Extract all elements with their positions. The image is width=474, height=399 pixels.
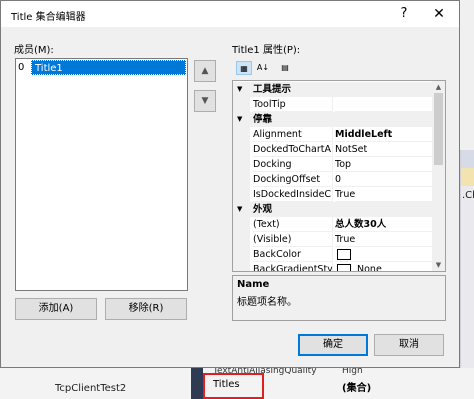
highlight-box — [203, 373, 264, 399]
category-docking[interactable]: ▼ 停靠 — [233, 112, 433, 127]
row-gutter — [233, 247, 250, 262]
property-row[interactable]: ToolTip — [233, 97, 433, 112]
row-gutter — [233, 232, 250, 247]
scroll-down-icon[interactable]: ▼ — [432, 259, 445, 271]
list-item[interactable]: 0 Title1 — [17, 60, 186, 75]
property-value[interactable] — [335, 97, 433, 112]
property-name: Alignment — [253, 127, 333, 142]
background-property-titles-value[interactable]: (集合) — [342, 379, 371, 394]
property-value[interactable]: 0 — [335, 172, 433, 187]
property-value-text: None — [357, 264, 382, 272]
property-value[interactable]: True — [335, 232, 433, 247]
background-splitter — [191, 368, 203, 399]
title-bar[interactable]: Title 集合编辑器 ? ✕ — [1, 1, 459, 27]
description-title: Name — [237, 279, 270, 290]
property-name: BackGradientStyl — [253, 262, 333, 271]
down-arrow-icon: ▼ — [201, 96, 209, 106]
property-row[interactable]: IsDockedInsideC True — [233, 187, 433, 202]
row-gutter — [233, 262, 250, 271]
background-tab-active — [461, 168, 474, 186]
dialog-title: Title 集合编辑器 — [11, 12, 86, 23]
background-text: .Cha — [462, 190, 474, 201]
member-name[interactable]: Title1 — [31, 60, 186, 75]
solution-explorer-project[interactable]: TcpClientTest2 — [55, 383, 126, 394]
property-value[interactable] — [335, 247, 433, 262]
ok-button[interactable]: 确定 — [298, 334, 368, 356]
property-value[interactable]: 总人数30人 — [335, 217, 433, 232]
category-tooltip[interactable]: ▼ 工具提示 — [233, 82, 433, 97]
description-panel: Name 标题项名称。 — [232, 275, 446, 321]
row-gutter — [233, 142, 250, 157]
property-name: (Visible) — [253, 232, 333, 247]
row-gutter — [233, 97, 250, 112]
property-row[interactable]: BackGradientStyl None — [233, 262, 433, 272]
property-name: DockedToChartA — [253, 142, 333, 157]
row-gutter — [233, 127, 250, 142]
category-appearance[interactable]: ▼ 外观 — [233, 202, 433, 217]
background-tab — [461, 150, 474, 168]
property-pages-icon[interactable]: ▤ — [277, 61, 293, 75]
member-index: 0 — [18, 62, 25, 73]
category-name: 外观 — [253, 204, 273, 215]
property-row[interactable]: (Visible) True — [233, 232, 433, 247]
row-gutter — [233, 172, 250, 187]
categorized-icon[interactable]: ▦ — [236, 61, 252, 75]
members-list[interactable]: 0 Title1 — [15, 58, 188, 291]
up-arrow-icon: ▲ — [201, 66, 209, 76]
background-ide-panel: .Cha — [460, 150, 474, 370]
property-value[interactable]: None — [335, 262, 433, 272]
property-row[interactable]: BackColor — [233, 247, 433, 262]
property-name: DockingOffset — [253, 172, 333, 187]
move-down-button[interactable]: ▼ — [194, 90, 216, 112]
property-value[interactable]: NotSet — [335, 142, 433, 157]
remove-button[interactable]: 移除(R) — [105, 298, 187, 320]
scroll-thumb[interactable] — [434, 93, 443, 165]
category-name: 停靠 — [253, 114, 273, 125]
property-row[interactable]: (Text) 总人数30人 — [233, 217, 433, 232]
property-value[interactable]: Top — [335, 157, 433, 172]
collapse-icon[interactable]: ▼ — [237, 112, 247, 127]
members-label: 成员(M): — [14, 45, 54, 56]
cancel-button[interactable]: 取消 — [374, 334, 444, 356]
help-button[interactable]: ? — [387, 3, 421, 25]
alphabetical-icon[interactable]: A↓ — [255, 61, 271, 75]
collapse-icon[interactable]: ▼ — [237, 202, 247, 217]
category-name: 工具提示 — [253, 84, 292, 95]
row-gutter — [233, 187, 250, 202]
property-name: IsDockedInsideC — [253, 187, 333, 202]
color-swatch — [337, 249, 351, 260]
gradient-swatch — [337, 264, 351, 271]
property-grid-scrollbar[interactable]: ▲ ▼ — [432, 81, 445, 271]
property-value[interactable]: True — [335, 187, 433, 202]
property-name: (Text) — [253, 217, 333, 232]
property-value[interactable]: MiddleLeft — [335, 127, 433, 142]
scroll-up-icon[interactable]: ▲ — [432, 81, 445, 93]
property-grid[interactable]: ▼ 工具提示 ToolTip ▼ 停靠 Alignment MiddleLeft… — [232, 80, 446, 272]
property-row[interactable]: DockingOffset 0 — [233, 172, 433, 187]
row-gutter — [233, 217, 250, 232]
close-button[interactable]: ✕ — [421, 3, 457, 25]
collection-editor-dialog: Title 集合编辑器 ? ✕ 成员(M): 0 Title1 ▲ ▼ 添加(A… — [0, 0, 460, 368]
add-button[interactable]: 添加(A) — [15, 298, 97, 320]
description-text: 标题项名称。 — [237, 297, 297, 308]
row-gutter — [233, 157, 250, 172]
property-name: Docking — [253, 157, 333, 172]
properties-label: Title1 属性(P): — [232, 45, 301, 56]
property-name: ToolTip — [253, 97, 333, 112]
collapse-icon[interactable]: ▼ — [237, 82, 247, 97]
property-row[interactable]: DockedToChartA NotSet — [233, 142, 433, 157]
move-up-button[interactable]: ▲ — [194, 60, 216, 82]
property-name: BackColor — [253, 247, 333, 262]
property-row[interactable]: Docking Top — [233, 157, 433, 172]
background-ide-bottom: TcpClientTest2 TextAntiAliasingQuality H… — [0, 366, 474, 399]
property-row[interactable]: Alignment MiddleLeft — [233, 127, 433, 142]
